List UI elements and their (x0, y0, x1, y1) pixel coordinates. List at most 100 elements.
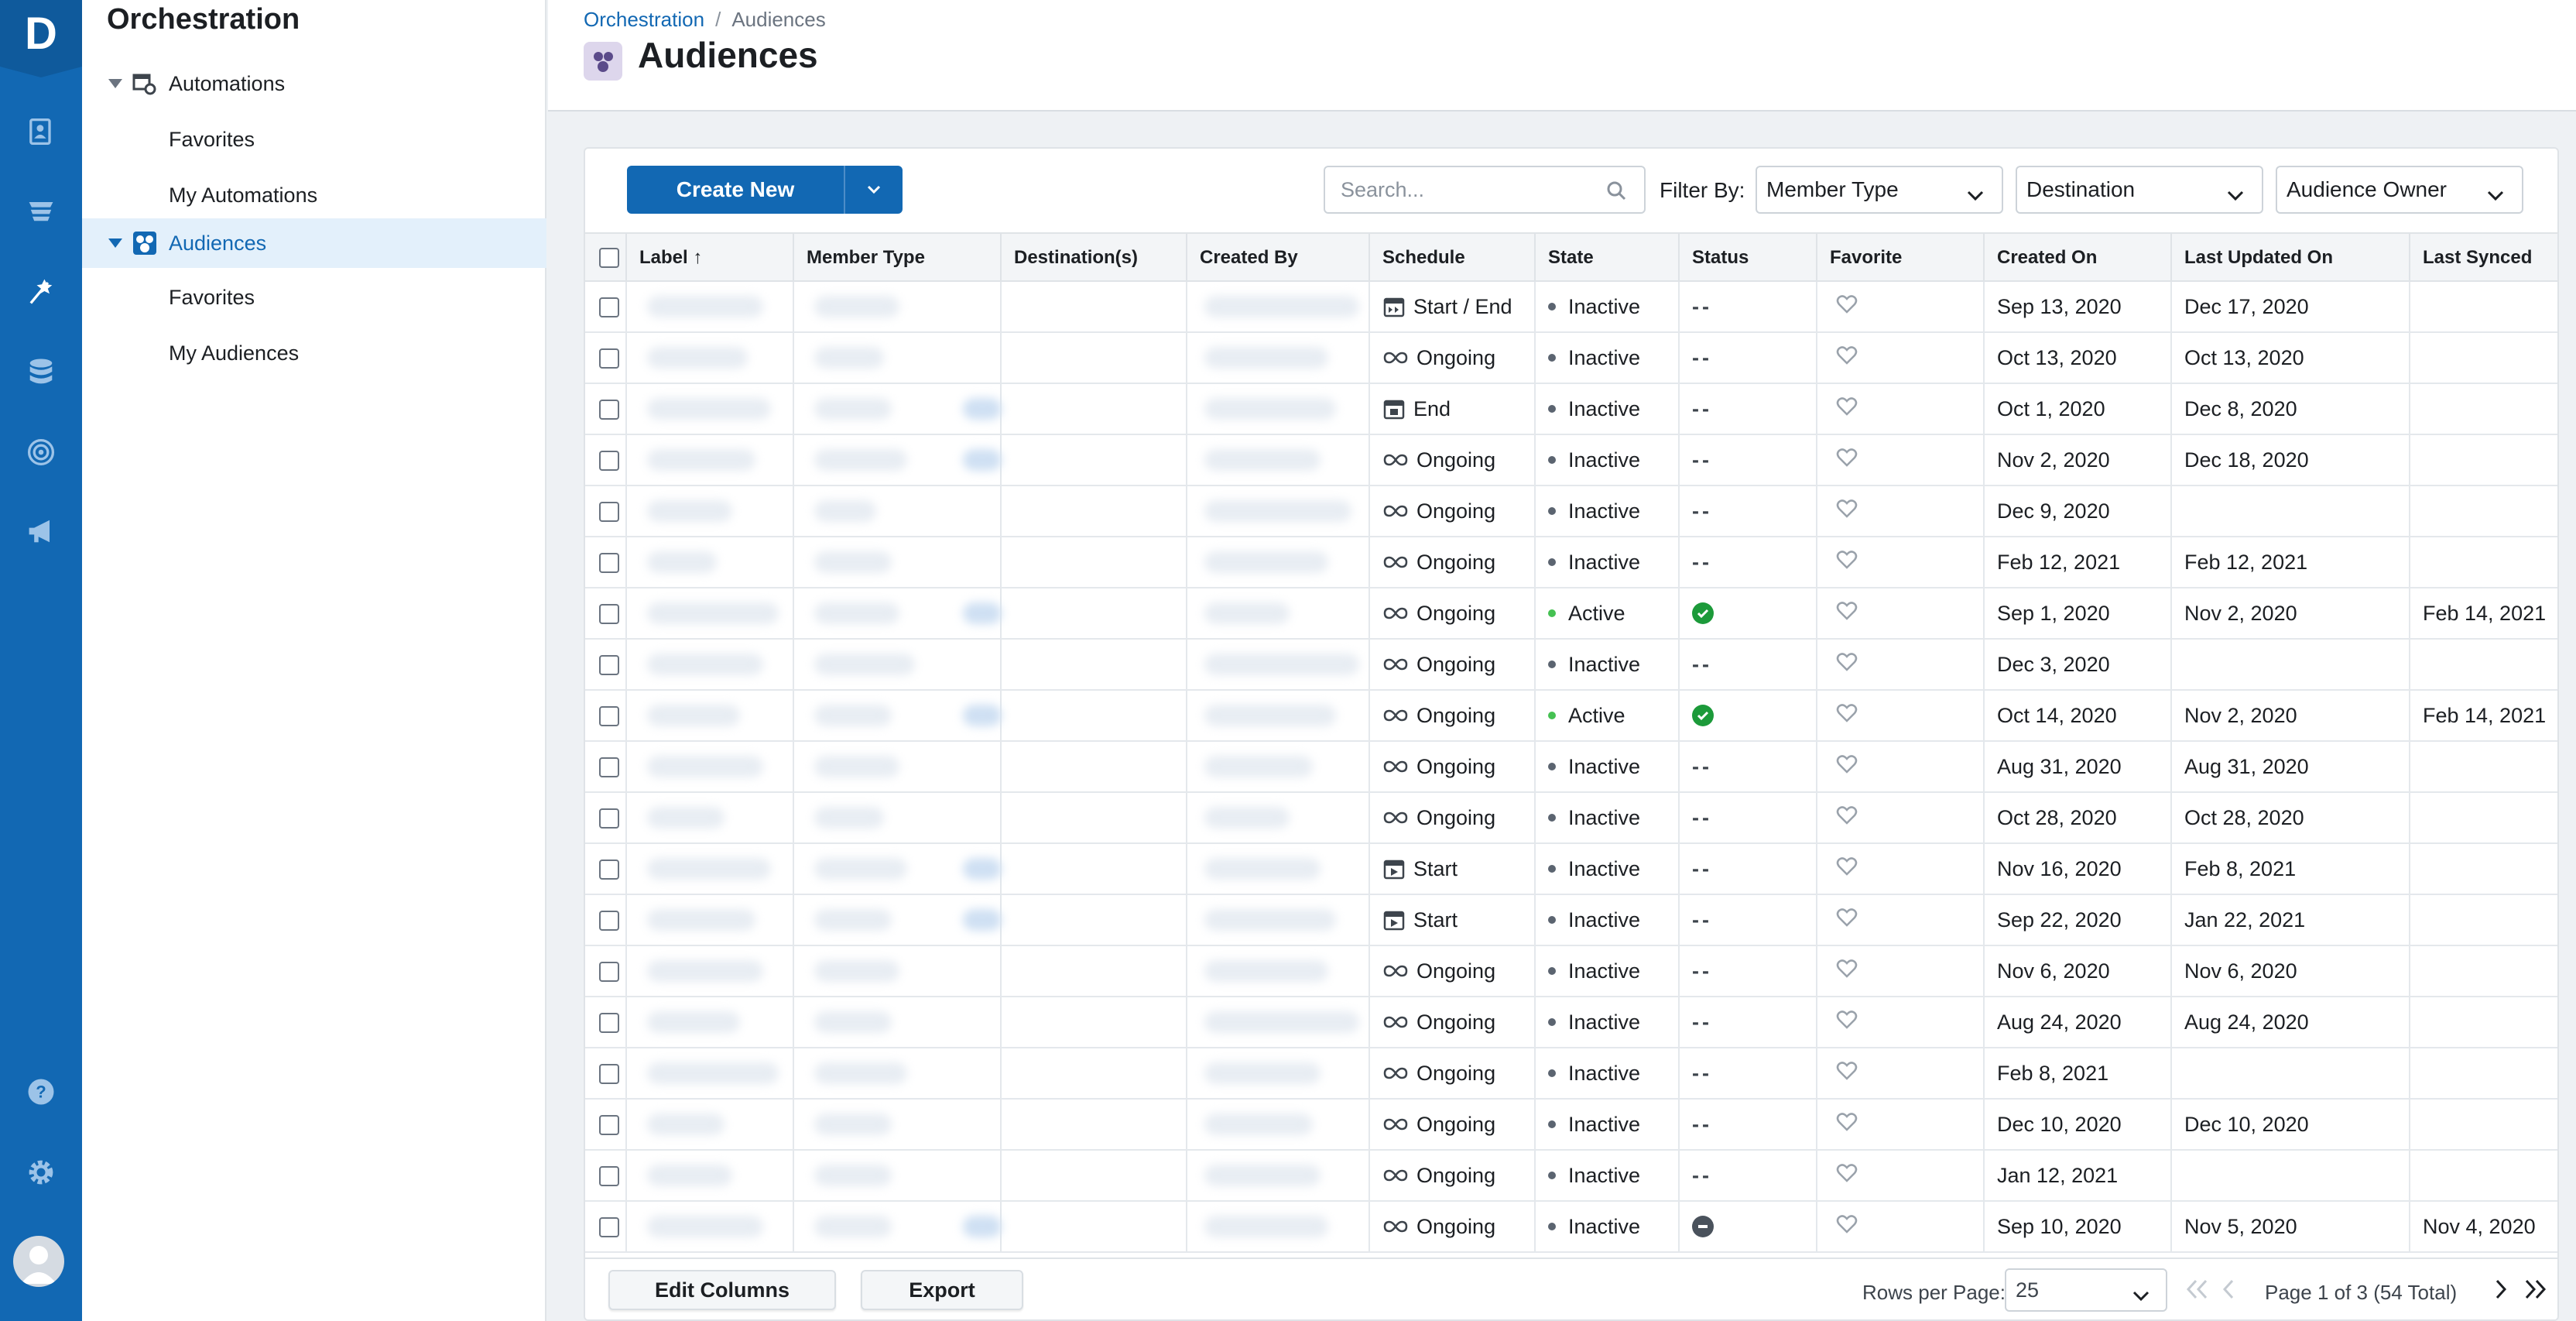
row-checkbox[interactable] (599, 860, 619, 880)
row-checkbox[interactable] (599, 757, 619, 777)
row-checkbox[interactable] (599, 911, 619, 931)
chevron-down-icon[interactable] (845, 184, 903, 195)
breadcrumb-orchestration-link[interactable]: Orchestration (584, 8, 704, 31)
app-logo[interactable]: D (0, 0, 82, 77)
nav-item-my-audiences[interactable]: My Audiences (82, 328, 546, 378)
first-page-icon[interactable] (2184, 1278, 2211, 1305)
heart-icon[interactable] (1836, 1112, 1858, 1137)
row-checkbox[interactable] (599, 451, 619, 471)
column-header-created-by[interactable]: Created By (1186, 234, 1368, 282)
row-checkbox[interactable] (599, 1064, 619, 1084)
nav-item-automations[interactable]: Automations (82, 59, 546, 108)
column-header-status[interactable]: Status (1678, 234, 1816, 282)
settings-icon[interactable] (19, 1151, 63, 1194)
user-avatar[interactable] (13, 1236, 64, 1287)
table-row[interactable]: Ongoing Inactive -- Nov 2, 2020 Dec 18, 2020 (585, 435, 2557, 486)
next-page-icon[interactable] (2492, 1278, 2509, 1305)
row-checkbox[interactable] (599, 706, 619, 726)
table-row[interactable]: Ongoing Active Oct 14, 2020 Nov 2, 2020 Feb … (585, 691, 2557, 742)
heart-icon[interactable] (1836, 396, 1858, 422)
row-checkbox[interactable] (599, 502, 619, 522)
column-header-label[interactable]: Label ↑ (625, 234, 793, 282)
heart-icon[interactable] (1836, 499, 1858, 524)
contacts-icon[interactable] (19, 110, 63, 153)
table-row[interactable]: Ongoing Inactive -- Feb 12, 2021 Feb 12, 202… (585, 537, 2557, 588)
row-checkbox[interactable] (599, 553, 619, 573)
row-checkbox[interactable] (599, 962, 619, 982)
nav-item-audiences-favorites[interactable]: Favorites (82, 273, 546, 322)
storage-icon[interactable] (19, 350, 63, 393)
heart-icon[interactable] (1836, 550, 1858, 575)
table-row[interactable]: Ongoing Inactive -- Dec 9, 2020 (585, 486, 2557, 537)
target-icon[interactable] (19, 431, 63, 474)
last-page-icon[interactable] (2522, 1278, 2548, 1305)
heart-icon[interactable] (1836, 1010, 1858, 1035)
table-row[interactable]: Start Inactive -- Sep 22, 2020 Jan 22, 2021 (585, 895, 2557, 946)
column-header-last-synced[interactable]: Last Synced (2409, 234, 2557, 282)
previous-page-icon[interactable] (2220, 1278, 2237, 1305)
column-header-favorite[interactable]: Favorite (1816, 234, 1983, 282)
row-checkbox[interactable] (599, 400, 619, 420)
heart-icon[interactable] (1836, 703, 1858, 729)
row-checkbox[interactable] (599, 348, 619, 369)
heart-icon[interactable] (1836, 1163, 1858, 1189)
column-header-destinations[interactable]: Destination(s) (1000, 234, 1186, 282)
column-header-last-updated-on[interactable]: Last Updated On (2170, 234, 2409, 282)
row-checkbox[interactable] (599, 808, 619, 829)
table-row[interactable]: Ongoing Inactive -- Oct 28, 2020 Oct 28, 202… (585, 793, 2557, 844)
help-icon[interactable]: ? (19, 1070, 63, 1113)
megaphone-icon[interactable] (19, 510, 63, 553)
orchestration-icon[interactable] (19, 269, 63, 313)
audience-owner-filter[interactable]: Audience Owner (2276, 166, 2523, 214)
destination-filter[interactable]: Destination (2016, 166, 2263, 214)
table-row[interactable]: Ongoing Inactive -- Dec 3, 2020 (585, 640, 2557, 691)
table-row[interactable]: Start / End Inactive -- Sep 13, 2020 Dec 17,… (585, 282, 2557, 333)
row-checkbox[interactable] (599, 1115, 619, 1135)
column-header-created-on[interactable]: Created On (1983, 234, 2170, 282)
table-row[interactable]: Ongoing Inactive -- Jan 12, 2021 (585, 1151, 2557, 1202)
sort-ascending-icon[interactable]: ↑ (693, 247, 702, 269)
table-row[interactable]: Ongoing Inactive -- Nov 6, 2020 Nov 6, 2020 (585, 946, 2557, 997)
edit-columns-button[interactable]: Edit Columns (608, 1270, 836, 1310)
heart-icon[interactable] (1836, 652, 1858, 678)
row-checkbox[interactable] (599, 1166, 619, 1186)
column-header-state[interactable]: State (1534, 234, 1678, 282)
heart-icon[interactable] (1836, 856, 1858, 882)
heart-icon[interactable] (1836, 908, 1858, 933)
heart-icon[interactable] (1836, 345, 1858, 371)
export-button[interactable]: Export (861, 1270, 1023, 1310)
table-row[interactable]: Ongoing Inactive Sep 10, 2020 Nov 5, 2020 No… (585, 1202, 2557, 1253)
table-row[interactable]: Ongoing Inactive -- Aug 31, 2020 Aug 31, 202… (585, 742, 2557, 793)
member-type-filter[interactable]: Member Type (1756, 166, 2003, 214)
heart-icon[interactable] (1836, 959, 1858, 984)
table-row[interactable]: Ongoing Inactive -- Feb 8, 2021 (585, 1048, 2557, 1100)
row-checkbox[interactable] (599, 1217, 619, 1237)
heart-icon[interactable] (1836, 1061, 1858, 1086)
table-row[interactable]: Ongoing Inactive -- Aug 24, 2020 Aug 24, 202… (585, 997, 2557, 1048)
heart-icon[interactable] (1836, 448, 1858, 473)
caret-down-icon[interactable] (108, 79, 122, 88)
nav-item-automations-favorites[interactable]: Favorites (82, 115, 546, 164)
rows-per-page-select[interactable]: 25 (2005, 1268, 2167, 1312)
heart-icon[interactable] (1836, 805, 1858, 831)
database-stack-icon[interactable] (19, 189, 63, 232)
caret-down-icon[interactable] (108, 238, 122, 248)
table-row[interactable]: Ongoing Inactive -- Dec 10, 2020 Dec 10, 202… (585, 1100, 2557, 1151)
search-input[interactable]: Search... (1324, 166, 1646, 214)
table-row[interactable]: Ongoing Active Sep 1, 2020 Nov 2, 2020 Feb 1… (585, 588, 2557, 640)
row-checkbox[interactable] (599, 655, 619, 675)
row-checkbox[interactable] (599, 604, 619, 624)
nav-item-my-automations[interactable]: My Automations (82, 170, 546, 220)
table-row[interactable]: Start Inactive -- Nov 16, 2020 Feb 8, 2021 (585, 844, 2557, 895)
select-all-checkbox[interactable] (599, 248, 619, 268)
row-checkbox[interactable] (599, 297, 619, 317)
heart-icon[interactable] (1836, 1214, 1858, 1240)
create-new-button[interactable]: Create New (627, 166, 903, 214)
nav-item-audiences[interactable]: Audiences (82, 218, 546, 268)
table-row[interactable]: End Inactive -- Oct 1, 2020 Dec 8, 2020 (585, 384, 2557, 435)
row-checkbox[interactable] (599, 1013, 619, 1033)
column-header-member-type[interactable]: Member Type (793, 234, 1000, 282)
search-icon[interactable] (1605, 180, 1627, 207)
heart-icon[interactable] (1836, 601, 1858, 626)
column-header-schedule[interactable]: Schedule (1368, 234, 1534, 282)
